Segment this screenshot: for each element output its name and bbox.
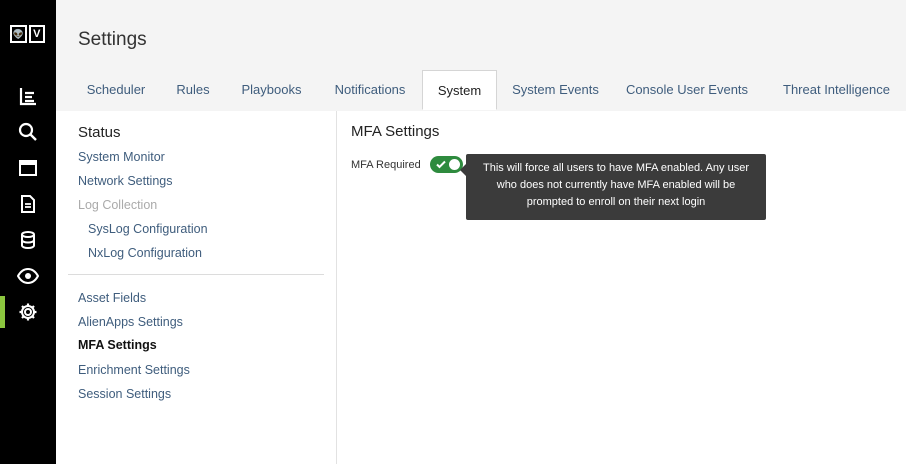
toggle-knob bbox=[449, 159, 460, 170]
settings-sidebar: Status System Monitor Network Settings L… bbox=[56, 111, 337, 464]
dashboard-icon[interactable] bbox=[14, 82, 42, 110]
logo-v-letter: V bbox=[33, 28, 41, 40]
tooltip-line-1: This will force all users to have MFA en… bbox=[483, 162, 749, 174]
logo-alien-box: 👽 bbox=[10, 25, 27, 43]
tab-rules[interactable]: Rules bbox=[168, 70, 218, 110]
sidebar-item-system-monitor[interactable]: System Monitor bbox=[78, 150, 165, 164]
app-logo[interactable]: 👽 V bbox=[10, 25, 47, 45]
mfa-tooltip: This will force all users to have MFA en… bbox=[460, 154, 766, 220]
sidebar-item-network-settings[interactable]: Network Settings bbox=[78, 174, 172, 188]
tab-console-user-events[interactable]: Console User Events bbox=[622, 70, 752, 110]
section-title: MFA Settings bbox=[351, 123, 440, 140]
database-icon[interactable] bbox=[14, 226, 42, 254]
tab-notifications[interactable]: Notifications bbox=[326, 70, 414, 110]
settings-tab-bar: Scheduler Rules Playbooks Notifications … bbox=[56, 70, 906, 112]
sidebar-item-log-collection: Log Collection bbox=[78, 198, 158, 212]
logo-v-box: V bbox=[28, 25, 45, 43]
sidebar-heading-status: Status bbox=[78, 124, 121, 141]
sidebar-item-syslog-configuration[interactable]: SysLog Configuration bbox=[88, 222, 208, 236]
tab-system-events[interactable]: System Events bbox=[508, 70, 603, 110]
sidebar-item-alienapps-settings[interactable]: AlienApps Settings bbox=[78, 315, 183, 329]
tab-threat-intelligence[interactable]: Threat Intelligence bbox=[774, 70, 899, 110]
check-icon bbox=[436, 160, 446, 169]
sidebar-item-nxlog-configuration[interactable]: NxLog Configuration bbox=[88, 246, 202, 260]
sidebar-item-enrichment-settings[interactable]: Enrichment Settings bbox=[78, 363, 190, 377]
sidebar-item-mfa-settings[interactable]: MFA Settings bbox=[78, 338, 157, 352]
tab-playbooks[interactable]: Playbooks bbox=[234, 70, 309, 110]
tooltip-line-2: who does not currently have MFA enabled … bbox=[496, 179, 736, 191]
document-icon[interactable] bbox=[14, 190, 42, 218]
tab-system[interactable]: System bbox=[422, 70, 497, 110]
tooltip-line-3: prompted to enroll on their next login bbox=[526, 196, 706, 208]
sidebar-item-session-settings[interactable]: Session Settings bbox=[78, 387, 171, 401]
mfa-required-label: MFA Required bbox=[351, 159, 421, 171]
logo-alien-glyph: 👽 bbox=[12, 28, 24, 39]
left-nav-rail: 👽 V bbox=[0, 0, 56, 464]
sidebar-divider bbox=[68, 274, 324, 275]
nav-active-indicator bbox=[0, 296, 5, 328]
eye-icon[interactable] bbox=[14, 262, 42, 290]
gear-icon[interactable] bbox=[14, 298, 42, 326]
mfa-settings-panel: MFA Settings MFA Required This will forc… bbox=[337, 111, 906, 464]
tab-scheduler[interactable]: Scheduler bbox=[76, 70, 156, 110]
search-icon[interactable] bbox=[14, 118, 42, 146]
window-icon[interactable] bbox=[14, 154, 42, 182]
sidebar-item-asset-fields[interactable]: Asset Fields bbox=[78, 291, 146, 305]
mfa-required-toggle[interactable] bbox=[430, 156, 463, 173]
page-title: Settings bbox=[78, 29, 147, 50]
